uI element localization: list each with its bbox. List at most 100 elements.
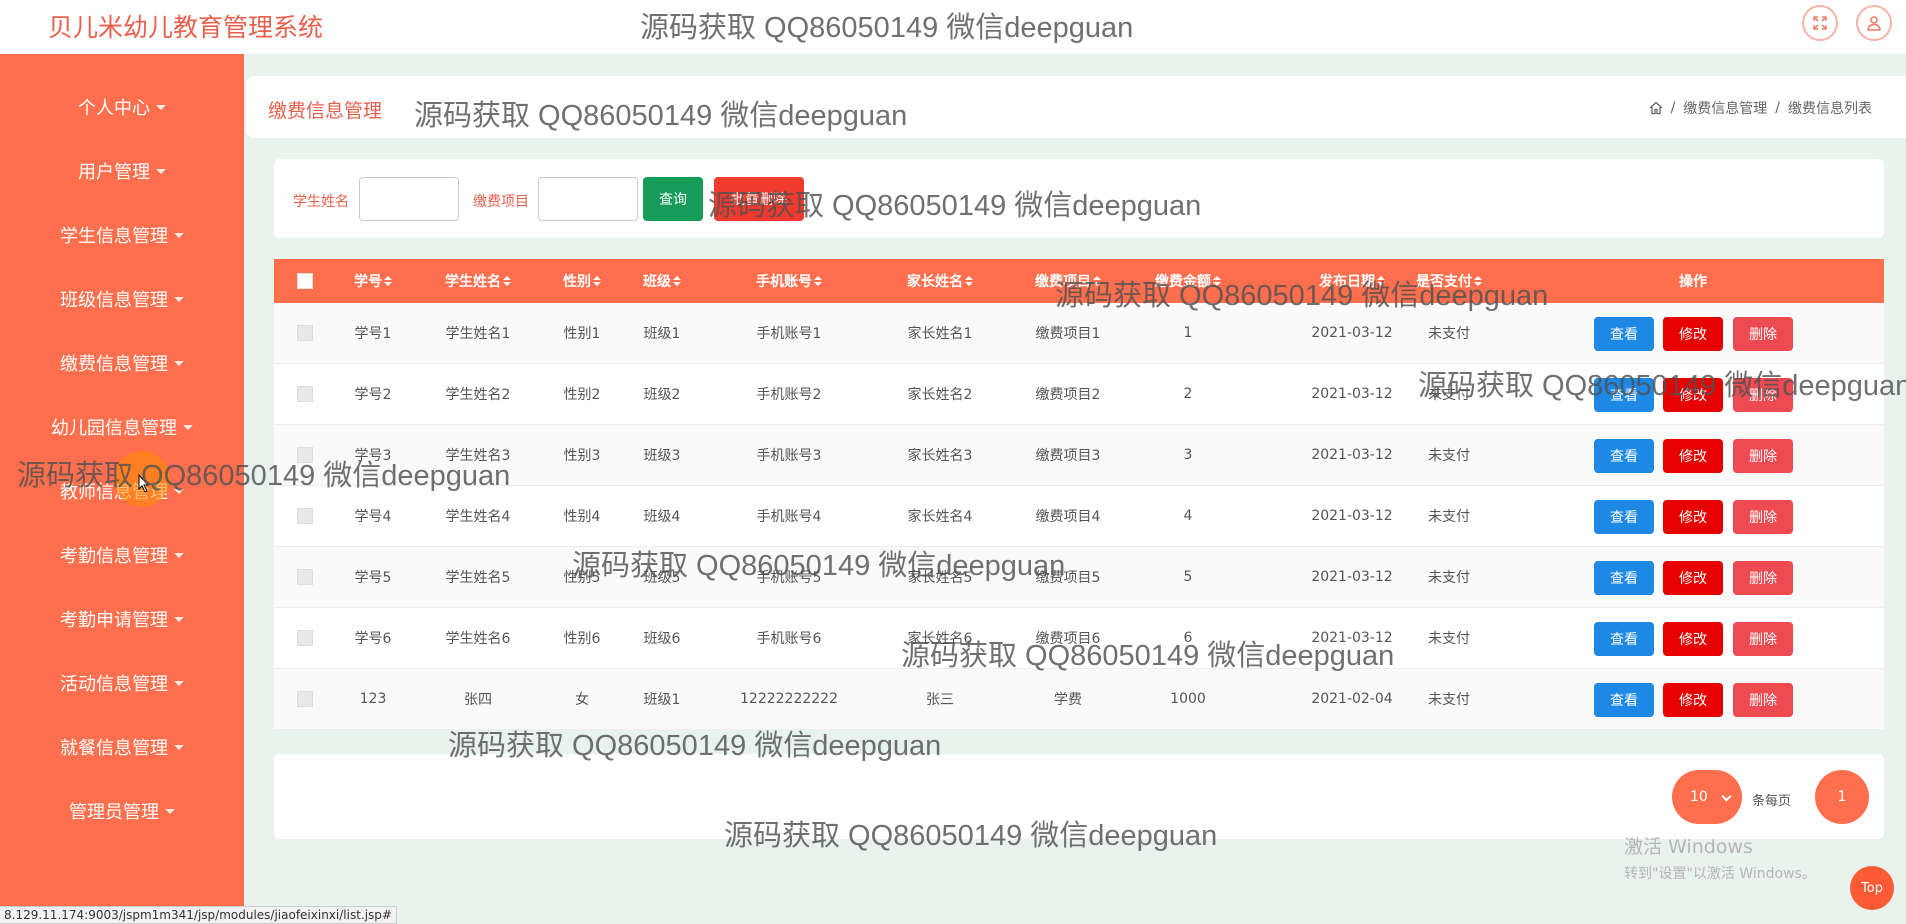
sidebar-item-activities[interactable]: 活动信息管理 <box>0 663 244 703</box>
chevron-down-icon <box>174 232 184 238</box>
table-cell: 2021-02-04 <box>1311 691 1393 707</box>
status-bar-url: 8.129.11.174:9003/jspm1m341/jsp/modules/… <box>0 906 397 924</box>
page-size-select[interactable]: 10 <box>1672 770 1742 824</box>
sort-icon <box>673 276 681 286</box>
sidebar-item-attendance[interactable]: 考勤信息管理 <box>0 535 244 575</box>
column-header[interactable]: 缴费项目 <box>1035 259 1101 303</box>
sidebar-item-students[interactable]: 学生信息管理 <box>0 215 244 255</box>
row-checkbox[interactable] <box>297 691 313 707</box>
sidebar-item-fees[interactable]: 缴费信息管理 <box>0 343 244 383</box>
column-header[interactable]: 是否支付 <box>1416 259 1482 303</box>
table-cell: 性别2 <box>563 387 601 403</box>
fee-item-input[interactable] <box>538 177 638 221</box>
page-title: 缴费信息管理 <box>268 100 383 122</box>
row-checkbox[interactable] <box>297 386 313 402</box>
table-cell: 2021-03-12 <box>1311 386 1393 402</box>
column-header[interactable]: 发布日期 <box>1319 259 1385 303</box>
row-checkbox[interactable] <box>297 569 313 585</box>
table-header: 学号 学生姓名 性别 班级 手机账号 家长姓名 缴费项目 缴费金额 发布日期 是… <box>274 259 1884 303</box>
table-cell: 缴费项目6 <box>1035 631 1101 647</box>
view-button[interactable]: 查看 <box>1594 622 1654 656</box>
table-cell: 学生姓名3 <box>445 448 511 464</box>
table-cell: 手机账号3 <box>756 448 822 464</box>
delete-button[interactable]: 删除 <box>1733 500 1793 534</box>
delete-button[interactable]: 删除 <box>1733 561 1793 595</box>
row-checkbox[interactable] <box>297 325 313 341</box>
sidebar-item-label: 幼儿园信息管理 <box>51 418 177 439</box>
delete-button[interactable]: 删除 <box>1733 317 1793 351</box>
home-icon[interactable] <box>1649 101 1663 115</box>
back-to-top-button[interactable]: Top <box>1850 866 1894 910</box>
column-header[interactable]: 班级 <box>643 259 681 303</box>
per-page-label: 条每页 <box>1752 794 1792 809</box>
table-cell: 未支付 <box>1428 448 1470 464</box>
view-button[interactable]: 查看 <box>1594 378 1654 412</box>
user-icon[interactable] <box>1856 5 1892 41</box>
edit-button[interactable]: 修改 <box>1663 622 1723 656</box>
column-header[interactable]: 性别 <box>563 259 601 303</box>
sidebar-item-attendance-request[interactable]: 考勤申请管理 <box>0 599 244 639</box>
sidebar-item-meals[interactable]: 就餐信息管理 <box>0 727 244 767</box>
cursor-icon <box>138 474 150 493</box>
table-cell: 学生姓名5 <box>445 570 511 586</box>
sort-icon <box>384 276 392 286</box>
page-number-button[interactable]: 1 <box>1815 770 1869 824</box>
select-all-checkbox[interactable] <box>297 273 313 289</box>
table-cell: 家长姓名3 <box>907 448 973 464</box>
batch-delete-button[interactable]: 批量删除 <box>714 177 804 221</box>
row-checkbox[interactable] <box>297 447 313 463</box>
table-row: 学号6 学生姓名6 性别6 班级6 手机账号6 家长姓名6 缴费项目6 6 2021-03-12… <box>274 608 1884 669</box>
view-button[interactable]: 查看 <box>1594 561 1654 595</box>
edit-button[interactable]: 修改 <box>1663 439 1723 473</box>
table-cell: 手机账号5 <box>756 570 822 586</box>
edit-button[interactable]: 修改 <box>1663 378 1723 412</box>
delete-button[interactable]: 删除 <box>1733 683 1793 717</box>
sidebar-item-classes[interactable]: 班级信息管理 <box>0 279 244 319</box>
table-row: 学号3 学生姓名3 性别3 班级3 手机账号3 家长姓名3 缴费项目3 3 2021-03-12… <box>274 425 1884 486</box>
table-row: 学号4 学生姓名4 性别4 班级4 手机账号4 家长姓名4 缴费项目4 4 2021-03-12… <box>274 486 1884 547</box>
sidebar-item-label: 活动信息管理 <box>60 674 168 695</box>
column-header[interactable]: 手机账号 <box>756 259 822 303</box>
view-button[interactable]: 查看 <box>1594 439 1654 473</box>
sort-icon <box>965 276 973 286</box>
delete-button[interactable]: 删除 <box>1733 622 1793 656</box>
table-cell: 学生姓名4 <box>445 509 511 525</box>
sort-icon <box>1474 276 1482 286</box>
view-button[interactable]: 查看 <box>1594 683 1654 717</box>
edit-button[interactable]: 修改 <box>1663 500 1723 534</box>
sidebar-item-kindergarten[interactable]: 幼儿园信息管理 <box>0 407 244 447</box>
table-row: 学号5 学生姓名5 性别5 班级5 手机账号5 家长姓名5 缴费项目5 5 2021-03-12… <box>274 547 1884 608</box>
student-name-input[interactable] <box>359 177 459 221</box>
row-checkbox[interactable] <box>297 508 313 524</box>
fullscreen-icon[interactable] <box>1802 5 1838 41</box>
breadcrumb-item-fees[interactable]: 缴费信息管理 <box>1683 98 1767 118</box>
sidebar-item-users[interactable]: 用户管理 <box>0 151 244 191</box>
app-title: 贝儿米幼儿教育管理系统 <box>48 13 324 42</box>
fee-item-label: 缴费项目 <box>473 194 529 210</box>
chevron-down-icon <box>165 808 175 814</box>
breadcrumb: / 缴费信息管理 / 缴费信息列表 <box>1649 98 1872 118</box>
edit-button[interactable]: 修改 <box>1663 561 1723 595</box>
query-button[interactable]: 查询 <box>643 177 703 221</box>
table-cell: 家长姓名6 <box>907 631 973 647</box>
sort-icon <box>1377 276 1385 286</box>
sidebar-item-label: 缴费信息管理 <box>60 354 168 375</box>
column-header[interactable]: 家长姓名 <box>907 259 973 303</box>
column-header[interactable]: 学生姓名 <box>445 259 511 303</box>
column-header[interactable]: 学号 <box>354 259 392 303</box>
view-button[interactable]: 查看 <box>1594 317 1654 351</box>
edit-button[interactable]: 修改 <box>1663 317 1723 351</box>
row-checkbox[interactable] <box>297 630 313 646</box>
sidebar-item-admins[interactable]: 管理员管理 <box>0 791 244 831</box>
sidebar-item-personal-center[interactable]: 个人中心 <box>0 87 244 127</box>
table-row: 学号2 学生姓名2 性别2 班级2 手机账号2 家长姓名2 缴费项目2 2 2021-03-12… <box>274 364 1884 425</box>
delete-button[interactable]: 删除 <box>1733 439 1793 473</box>
table-cell: 未支付 <box>1428 631 1470 647</box>
edit-button[interactable]: 修改 <box>1663 683 1723 717</box>
windows-activation-notice: 激活 Windows 转到"设置"以激活 Windows。 <box>1624 836 1816 882</box>
delete-button[interactable]: 删除 <box>1733 378 1793 412</box>
view-button[interactable]: 查看 <box>1594 500 1654 534</box>
table-cell: 性别5 <box>563 570 601 586</box>
column-header[interactable]: 缴费金额 <box>1155 259 1221 303</box>
table-cell: 手机账号4 <box>756 509 822 525</box>
